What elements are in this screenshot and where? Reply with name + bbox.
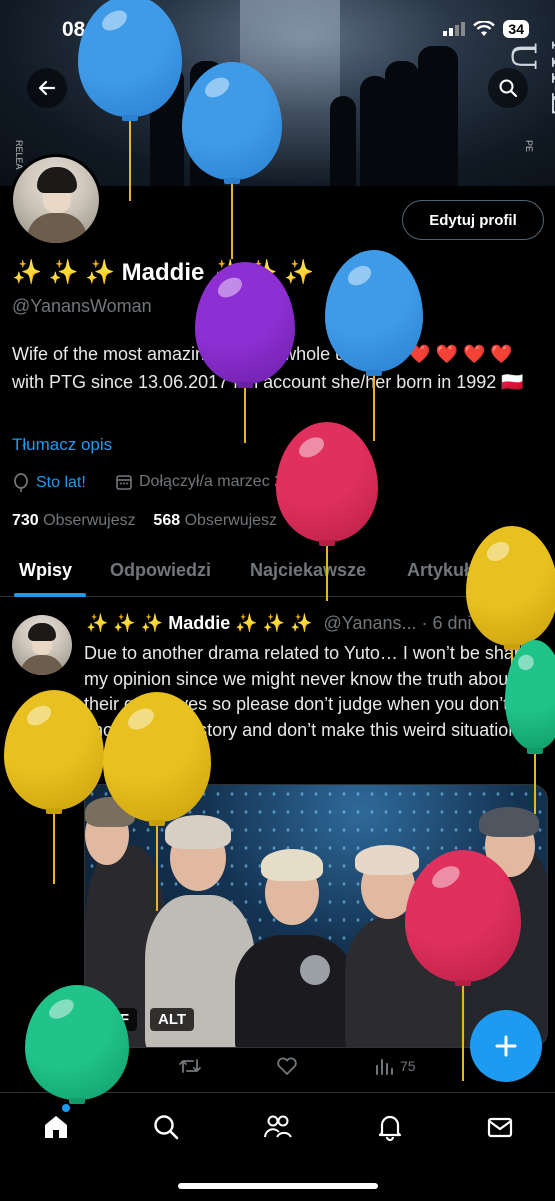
reply-count: 1 (110, 1058, 118, 1074)
location-text[interactable]: Sto lat! (36, 474, 86, 492)
banner-figure (385, 61, 419, 186)
banner-figure (418, 46, 458, 186)
post-header: ✨ ✨ ✨ Maddie ✨ ✨ ✨ @Yanans... · 6 dni (86, 613, 472, 634)
nav-home[interactable] (36, 1107, 76, 1147)
back-arrow-icon (38, 80, 56, 96)
gif-badge: GIF (96, 1008, 137, 1031)
people-icon (264, 1115, 292, 1138)
tab-articles[interactable]: Artykuły (407, 560, 479, 581)
following-label: Obserwujesz (43, 512, 136, 529)
retweet-icon (179, 1059, 201, 1073)
mail-icon (487, 1117, 513, 1138)
media-person (235, 935, 355, 1047)
alt-badge[interactable]: ALT (150, 1008, 195, 1031)
signal-icon (443, 22, 466, 36)
banner-figure (330, 96, 356, 186)
following-link[interactable]: 730 Obserwujesz (12, 512, 136, 529)
retweet-button[interactable] (178, 1056, 202, 1076)
tab-highlights[interactable]: Najciekawsze (250, 560, 366, 581)
tab-posts[interactable]: Wpisy (19, 560, 72, 581)
nav-messages[interactable] (480, 1107, 520, 1147)
tab-replies[interactable]: Odpowiedzi (110, 560, 211, 581)
profile-bio: Wife of the most amazing baby in whole u… (12, 344, 524, 392)
wifi-icon (473, 21, 496, 36)
calendar-icon (116, 475, 132, 490)
home-indicator (178, 1183, 378, 1189)
search-icon (499, 79, 518, 98)
plus-icon (495, 1035, 517, 1057)
follow-stats: 730 Obserwujesz 568 Obserwujesz (12, 512, 277, 530)
back-button[interactable] (27, 68, 67, 108)
microphone (300, 955, 330, 985)
profile-tabs: Wpisy Odpowiedzi Najciekawsze Artykuły M… (0, 548, 555, 597)
post-handle-time: @Yanans... · 6 dni (323, 613, 472, 633)
active-tab-indicator (14, 593, 86, 597)
banner-light (240, 0, 300, 186)
banner-side-text: PE (524, 140, 534, 153)
nav-notifications[interactable] (370, 1107, 410, 1147)
like-button[interactable] (276, 1056, 298, 1076)
compose-button[interactable] (470, 1010, 542, 1082)
home-icon (45, 1116, 67, 1138)
views-button[interactable]: 75 (374, 1056, 416, 1076)
profile-location[interactable]: Sto lat! (12, 473, 86, 493)
heart-icon (277, 1057, 297, 1075)
nav-explore[interactable] (146, 1107, 186, 1147)
followers-count: 568 (153, 512, 181, 529)
balloon-icon (14, 473, 28, 492)
following-count: 730 (12, 512, 39, 529)
reply-button[interactable]: 1 (84, 1056, 118, 1076)
post-author[interactable]: ✨ ✨ ✨ Maddie ✨ ✨ ✨ (86, 613, 313, 633)
media-person (345, 915, 465, 1047)
post-avatar[interactable] (12, 615, 72, 675)
status-time: 08:56 (62, 18, 116, 41)
profile-joined: Dołączył/a marzec 2018 (115, 473, 310, 491)
tab-media[interactable]: Mult (515, 560, 552, 581)
banner-figure (150, 66, 184, 186)
translate-bio-link[interactable]: Tłumacz opis (12, 435, 112, 455)
post-text[interactable]: Due to another drama related to Yuto… I … (84, 641, 546, 769)
search-button[interactable] (488, 68, 528, 108)
views-count: 75 (400, 1058, 416, 1074)
status-icons: 34 (443, 20, 529, 38)
search-icon (154, 1115, 179, 1140)
profile-handle: @YanansWoman (12, 296, 152, 316)
bell-icon (378, 1115, 402, 1142)
followers-label: Obserwujesz (184, 512, 278, 529)
reply-icon (85, 1057, 102, 1075)
edit-profile-button[interactable]: Edytuj profil (402, 200, 544, 240)
nav-communities[interactable] (258, 1107, 298, 1147)
followers-link[interactable]: 568 Obserwujesz (153, 512, 277, 529)
banner-figure (190, 61, 224, 186)
views-icon (376, 1059, 393, 1075)
home-notification-dot (62, 1104, 70, 1112)
joined-text: Dołączył/a marzec 2018 (139, 473, 310, 490)
battery-level: 34 (503, 20, 529, 38)
banner-side-text: RELEA (14, 140, 24, 170)
profile-name: ✨ ✨ ✨ Maddie ✨ ✨ ✨ (12, 259, 314, 286)
profile-avatar[interactable] (10, 154, 102, 246)
